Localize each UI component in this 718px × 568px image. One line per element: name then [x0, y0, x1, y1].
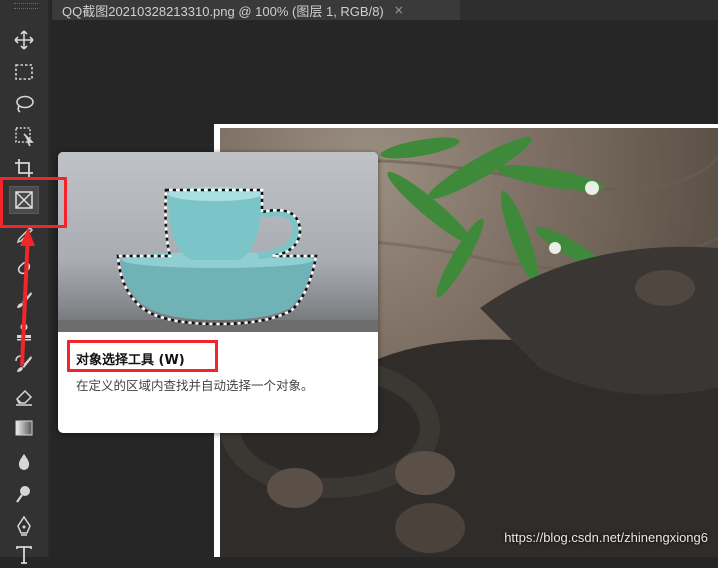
- lasso-icon: [16, 95, 34, 113]
- watermark-text: https://blog.csdn.net/zhinengxiong6: [504, 530, 708, 545]
- tool-tooltip: 对象选择工具 (W) 在定义的区域内查找并自动选择一个对象。: [58, 152, 378, 433]
- blur-tool[interactable]: [9, 448, 39, 476]
- quick-selection-icon: [15, 127, 34, 147]
- crop-icon: [15, 159, 33, 177]
- pen-tool[interactable]: [9, 512, 39, 540]
- dodge-icon: [16, 486, 30, 503]
- close-icon[interactable]: ×: [394, 3, 404, 17]
- marquee-icon: [15, 64, 33, 80]
- pen-icon: [17, 515, 31, 536]
- gradient-tool[interactable]: [9, 414, 39, 442]
- blur-icon: [18, 454, 30, 470]
- type-icon: [16, 546, 32, 564]
- highlight-box-title: [67, 340, 218, 372]
- type-tool[interactable]: [9, 540, 39, 568]
- eraser-icon: [16, 389, 33, 406]
- move-icon: [14, 30, 34, 50]
- gradient-icon: [15, 420, 33, 436]
- teacup-preview: [58, 187, 378, 332]
- document-tab-bar: QQ截图20210328213310.png @ 100% (图层 1, RGB…: [52, 0, 718, 20]
- dodge-tool[interactable]: [9, 480, 39, 508]
- lasso-tool[interactable]: [9, 90, 39, 118]
- document-tab[interactable]: QQ截图20210328213310.png @ 100% (图层 1, RGB…: [52, 0, 460, 20]
- red-arrow-icon: [20, 228, 35, 367]
- eraser-tool[interactable]: [9, 382, 39, 410]
- tooltip-preview-image: [58, 152, 378, 332]
- move-tool[interactable]: [9, 26, 39, 54]
- panel-grip[interactable]: [14, 3, 38, 9]
- marquee-tool[interactable]: [9, 58, 39, 86]
- document-tab-title: QQ截图20210328213310.png @ 100% (图层 1, RGB…: [62, 3, 384, 19]
- tooltip-description: 在定义的区域内查找并自动选择一个对象。: [76, 378, 314, 393]
- highlight-box-tool: [0, 177, 67, 228]
- quick-selection-tool[interactable]: [9, 122, 39, 150]
